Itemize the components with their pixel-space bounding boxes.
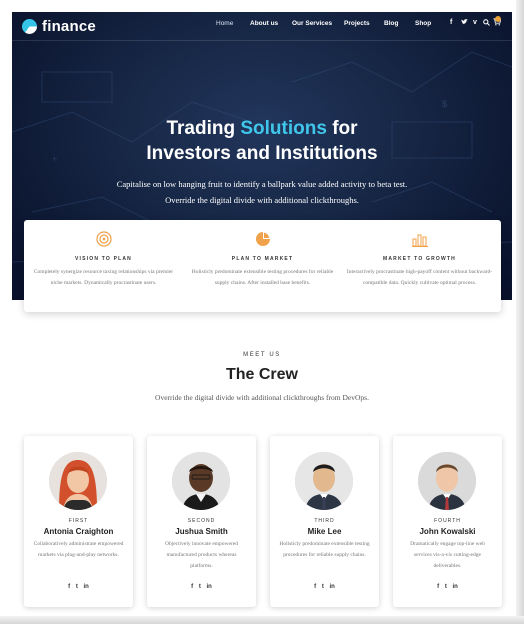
member-description: Dramatically engage top-line web service… [410,541,485,569]
member-description: Objectively innovate empowered manufactu… [164,541,238,569]
nav-item-projects[interactable]: Projects [344,20,370,27]
twitter-icon[interactable] [461,19,468,28]
nav-item-blog[interactable]: Blog [384,20,398,27]
facebook-icon[interactable]: f [450,19,452,26]
hero-title-line2: Investors and Institutions [146,143,378,164]
logo-text: finance [42,17,96,35]
member-name: Jushua Smith [175,527,228,536]
member-social: f t in [147,584,256,590]
twitter-icon[interactable]: t [76,584,78,590]
page-frame: +$ %+ finance Home About us Our Services… [0,0,524,624]
member-rank: THIRD [314,518,335,524]
avatar [49,452,107,510]
hero-title-accent: Solutions [240,118,327,139]
page-shadow-bottom [0,616,524,624]
member-name: John Kowalski [419,527,476,536]
member-social: f t in [24,584,133,590]
facebook-icon[interactable]: f [314,584,316,590]
section-title: The Crew [225,366,298,383]
nav-item-home[interactable]: Home [216,20,233,27]
twitter-icon[interactable]: t [199,584,201,590]
linkedin-icon[interactable]: in [453,584,458,590]
feature-text: Holisticly predominate extensible testin… [191,269,334,286]
member-social: f t in [393,584,502,590]
member-description: Collaboratively administrate empowered m… [33,541,124,558]
top-navigation: finance Home About us Our Services Proje… [12,12,512,40]
avatar [418,452,476,510]
target-icon [96,231,112,247]
feature-title: PLAN TO MARKET [231,256,294,262]
logo-icon [22,18,37,34]
nav-divider [12,40,512,41]
avatar [295,452,353,510]
section-eyebrow: MEET US [243,352,281,358]
hero-title-part1: Trading [166,118,241,139]
team-card: THIRD Mike Lee Holisticly predominate ex… [270,436,379,607]
features-card: VISION TO PLAN Completely synergize reso… [24,220,501,312]
pie-chart-icon [256,232,270,246]
feature-title: MARKET TO GROWTH [383,256,456,262]
member-rank: FIRST [68,518,89,524]
member-social: f t in [270,584,379,590]
nav-item-shop[interactable]: Shop [415,20,431,27]
feature-market-to-growth: MARKET TO GROWTH Interactively procrasti… [342,220,497,312]
hero-title-part2: for [326,118,358,139]
linkedin-icon[interactable]: in [330,584,335,590]
linkedin-icon[interactable]: in [84,584,89,590]
section-subtitle: Override the digital divide with additio… [155,393,369,402]
member-description: Holisticly predominate extensible testin… [279,541,370,558]
page-shadow-right [516,0,524,624]
team-card: SECOND Jushua Smith Objectively innovate… [147,436,256,607]
twitter-icon[interactable]: t [445,584,447,590]
team-card: FIRST Antonia Craighton Collaboratively … [24,436,133,607]
hero-subtitle-line1: Capitalise on low hanging fruit to ident… [116,179,408,189]
team-card: FOURTH John Kowalski Dramatically engage… [393,436,502,607]
facebook-icon[interactable]: f [191,584,193,590]
bar-chart-icon [412,234,428,247]
cart-count-badge [495,16,501,22]
search-icon[interactable] [483,19,490,28]
nav-item-services[interactable]: Our Services [292,20,332,27]
feature-vision-to-plan: VISION TO PLAN Completely synergize reso… [26,220,181,312]
svg-text:$: $ [442,99,447,109]
avatar [172,452,230,510]
nav-item-about[interactable]: About us [250,20,278,27]
facebook-icon[interactable]: f [68,584,70,590]
hero-subtitle-line2: Override the digital divide with additio… [165,195,359,205]
hero-title: Trading Solutions for Investors and Inst… [12,116,512,166]
feature-text: Completely synergize resource taxing rel… [33,269,174,286]
hero-subtitle: Capitalise on low hanging fruit to ident… [12,176,512,208]
member-name: Mike Lee [307,527,342,536]
linkedin-icon[interactable]: in [207,584,212,590]
twitter-icon[interactable]: t [322,584,324,590]
feature-title: VISION TO PLAN [75,256,132,262]
logo[interactable]: finance [22,16,96,36]
member-rank: FOURTH [434,518,461,524]
member-name: Antonia Craighton [43,527,114,536]
vine-icon[interactable]: v [473,19,477,26]
member-rank: SECOND [187,518,216,524]
facebook-icon[interactable]: f [437,584,439,590]
feature-text: Interactively procrastinate high-payoff … [346,269,493,286]
feature-plan-to-market: PLAN TO MARKET Holisticly predominate ex… [185,220,340,312]
